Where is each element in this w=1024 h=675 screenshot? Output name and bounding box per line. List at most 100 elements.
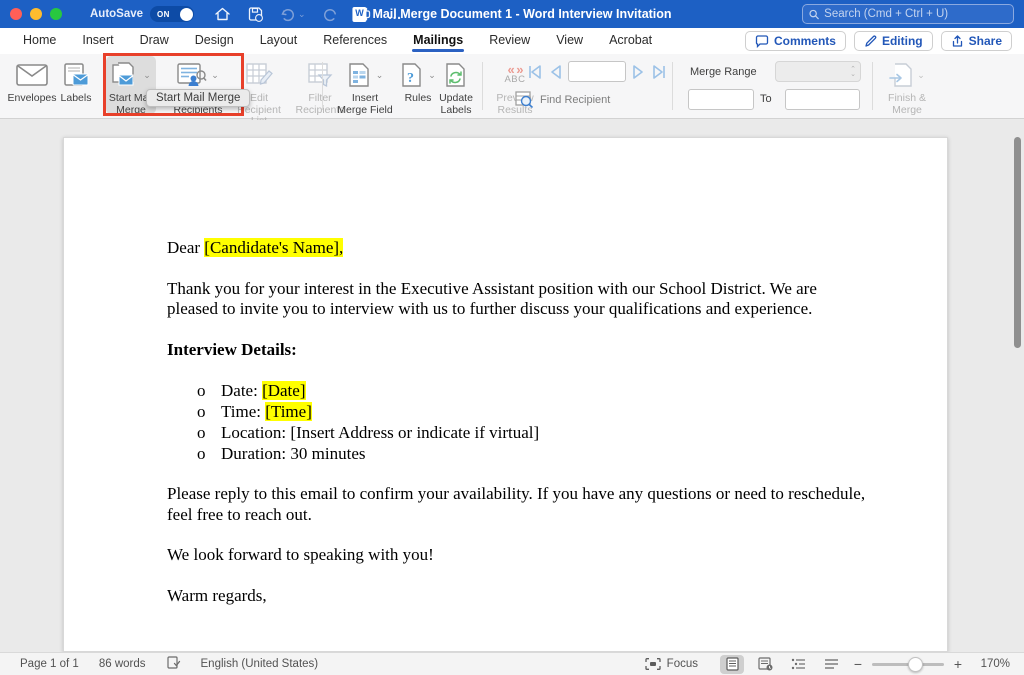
group-divider bbox=[322, 62, 323, 110]
undo-icon[interactable]: ⌄ bbox=[280, 7, 306, 22]
outline-view-button[interactable] bbox=[786, 655, 810, 674]
merge-range-select[interactable]: ⌃⌄ bbox=[775, 61, 861, 82]
tab-view[interactable]: View bbox=[543, 29, 596, 53]
list-item: oDuration: 30 minutes bbox=[167, 443, 870, 464]
tab-insert[interactable]: Insert bbox=[69, 29, 126, 53]
chevron-down-icon: ⌄ bbox=[211, 70, 219, 81]
zoom-slider[interactable] bbox=[872, 663, 944, 666]
edit-recipient-list-icon bbox=[245, 63, 273, 88]
redo-icon[interactable] bbox=[322, 7, 338, 22]
web-layout-icon bbox=[758, 657, 773, 671]
filter-recipients-icon bbox=[307, 63, 333, 88]
details-heading: Interview Details: bbox=[167, 340, 870, 361]
tab-layout[interactable]: Layout bbox=[247, 29, 311, 53]
word-app-window: AutoSave ON ⌄ … Mail Merge Document 1 - … bbox=[0, 0, 1024, 675]
zoom-in-button[interactable]: + bbox=[952, 656, 964, 672]
envelope-icon bbox=[16, 64, 48, 86]
search-icon bbox=[809, 9, 819, 20]
pencil-icon bbox=[864, 35, 877, 48]
tab-home[interactable]: Home bbox=[10, 29, 69, 53]
autosave-toggle[interactable]: ON bbox=[150, 6, 194, 22]
find-recipient-icon bbox=[515, 91, 534, 108]
zoom-window-button[interactable] bbox=[50, 8, 62, 20]
focus-button[interactable]: Focus bbox=[645, 658, 698, 670]
first-record-icon[interactable] bbox=[527, 64, 543, 80]
start-mail-merge-button[interactable]: ⌄ Start Mail Merge bbox=[108, 60, 154, 116]
tab-draw[interactable]: Draw bbox=[127, 29, 182, 53]
group-divider bbox=[482, 62, 483, 110]
draft-view-button[interactable] bbox=[819, 655, 843, 674]
proofing-icon[interactable] bbox=[166, 656, 181, 672]
closing-paragraph: We look forward to speaking with you! bbox=[167, 545, 870, 566]
rules-button[interactable]: ? ⌄ Rules bbox=[398, 60, 438, 105]
rules-icon: ? bbox=[400, 63, 424, 88]
insert-merge-field-button[interactable]: ⌄ Insert Merge Field bbox=[334, 60, 396, 116]
merge-range-label: Merge Range bbox=[690, 66, 757, 78]
zoom-percentage[interactable]: 170% bbox=[972, 658, 1010, 670]
tab-mailings[interactable]: Mailings bbox=[400, 29, 476, 53]
finish-merge-button[interactable]: ⌄ Finish & Merge bbox=[882, 60, 932, 116]
page-count[interactable]: Page 1 of 1 bbox=[20, 658, 79, 670]
word-document-icon bbox=[352, 7, 366, 22]
tab-review[interactable]: Review bbox=[476, 29, 543, 53]
record-navigation bbox=[527, 61, 667, 82]
start-mail-merge-tooltip: Start Mail Merge bbox=[146, 89, 250, 107]
title-bar: AutoSave ON ⌄ … Mail Merge Document 1 - … bbox=[0, 0, 1024, 28]
web-layout-view-button[interactable] bbox=[753, 655, 777, 674]
preview-results-icon: « » ABC bbox=[504, 65, 525, 85]
update-labels-icon bbox=[444, 63, 468, 88]
search-box[interactable] bbox=[802, 4, 1014, 24]
document-content: Dear [Candidate's Name], Thank you for y… bbox=[64, 138, 947, 606]
insert-merge-field-icon bbox=[347, 63, 372, 88]
language-selector[interactable]: English (United States) bbox=[201, 658, 319, 670]
document-page[interactable]: Dear [Candidate's Name], Thank you for y… bbox=[63, 137, 948, 652]
merge-to-label: To bbox=[760, 93, 772, 105]
close-window-button[interactable] bbox=[10, 8, 22, 20]
print-layout-view-button[interactable] bbox=[720, 655, 744, 674]
envelopes-button[interactable]: Envelopes bbox=[9, 60, 55, 105]
outline-icon bbox=[791, 658, 806, 670]
save-icon[interactable] bbox=[247, 6, 264, 22]
word-count[interactable]: 86 words bbox=[99, 658, 146, 670]
list-item: oTime: [Time] bbox=[167, 401, 870, 422]
status-bar: Page 1 of 1 86 words English (United Sta… bbox=[0, 652, 1024, 675]
ribbon-tab-row: Home Insert Draw Design Layout Reference… bbox=[0, 28, 1024, 54]
window-controls bbox=[10, 8, 62, 20]
comment-icon bbox=[755, 35, 769, 48]
tab-acrobat[interactable]: Acrobat bbox=[596, 29, 665, 53]
update-labels-button[interactable]: Update Labels bbox=[433, 60, 479, 116]
zoom-slider-thumb[interactable] bbox=[908, 657, 923, 672]
next-record-icon[interactable] bbox=[632, 64, 645, 80]
find-recipient-button[interactable]: Find Recipient bbox=[515, 91, 610, 108]
autosave-label: AutoSave bbox=[90, 8, 143, 20]
comments-button[interactable]: Comments bbox=[745, 31, 846, 51]
record-number-input[interactable] bbox=[568, 61, 626, 82]
merge-to-input[interactable] bbox=[785, 89, 860, 110]
start-mail-merge-icon bbox=[111, 62, 139, 88]
select-recipients-icon bbox=[177, 62, 207, 88]
comments-label: Comments bbox=[774, 34, 836, 48]
merge-from-input[interactable] bbox=[688, 89, 754, 110]
editing-button[interactable]: Editing bbox=[854, 31, 933, 51]
group-divider bbox=[672, 62, 673, 110]
search-input[interactable] bbox=[824, 8, 1007, 20]
home-icon[interactable] bbox=[214, 6, 231, 22]
vertical-scrollbar[interactable] bbox=[1014, 137, 1021, 348]
toggle-knob bbox=[180, 8, 193, 21]
details-list: oDate: [Date] oTime: [Time] oLocation: [… bbox=[167, 380, 870, 464]
window-title: Mail Merge Document 1 - Word Interview I… bbox=[372, 7, 671, 21]
last-record-icon[interactable] bbox=[651, 64, 667, 80]
share-button[interactable]: Share bbox=[941, 31, 1012, 51]
draft-icon bbox=[824, 659, 839, 669]
previous-record-icon[interactable] bbox=[549, 64, 562, 80]
merge-field-date: [Date] bbox=[262, 381, 305, 400]
zoom-out-button[interactable]: − bbox=[852, 656, 864, 672]
select-recipients-button[interactable]: ⌄ Select Recipients bbox=[172, 60, 224, 116]
minimize-window-button[interactable] bbox=[30, 8, 42, 20]
labels-button[interactable]: Labels bbox=[57, 60, 95, 105]
tab-references[interactable]: References bbox=[310, 29, 400, 53]
group-divider bbox=[872, 62, 873, 110]
autosave-state: ON bbox=[157, 10, 170, 19]
tab-design[interactable]: Design bbox=[182, 29, 247, 53]
share-icon bbox=[951, 35, 964, 48]
